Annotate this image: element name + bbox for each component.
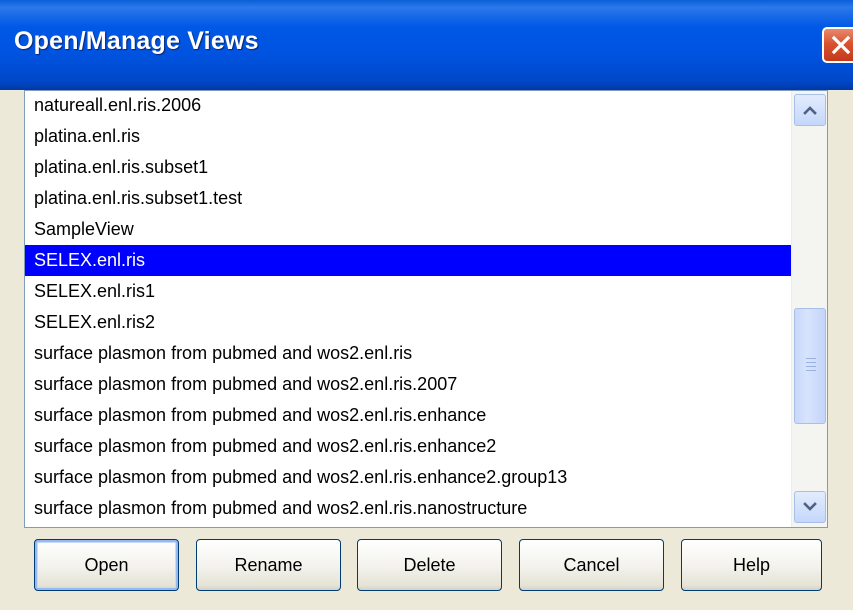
delete-button[interactable]: Delete: [357, 539, 502, 591]
list-item[interactable]: SampleView: [25, 214, 791, 245]
list-item[interactable]: natureall.enl.ris.2006: [25, 91, 791, 121]
views-listbox[interactable]: natureall.enl.ris.2006 platina.enl.ris p…: [24, 90, 828, 528]
cancel-button[interactable]: Cancel: [519, 539, 664, 591]
help-button[interactable]: Help: [681, 539, 822, 591]
list-item[interactable]: platina.enl.ris: [25, 121, 791, 152]
open-manage-views-dialog: Open/Manage Views natureall.enl.ris.2006…: [0, 0, 853, 610]
window-title: Open/Manage Views: [14, 27, 259, 55]
chevron-down-icon: [803, 502, 817, 511]
title-bar[interactable]: Open/Manage Views: [0, 0, 853, 90]
close-x-icon: [831, 35, 851, 55]
list-item[interactable]: surface plasmon from pubmed and wos2.enl…: [25, 400, 791, 431]
close-button[interactable]: [822, 27, 853, 63]
list-item[interactable]: surface plasmon from pubmed and wos2.enl…: [25, 462, 791, 493]
grip-icon: [806, 358, 816, 372]
list-item[interactable]: SELEX.enl.ris1: [25, 276, 791, 307]
button-row: Open Rename Delete Cancel Help: [0, 539, 853, 593]
list-item[interactable]: platina.enl.ris.subset1: [25, 152, 791, 183]
list-item[interactable]: SELEX.enl.ris2: [25, 307, 791, 338]
list-item[interactable]: surface plasmon from pubmed and wos2.enl…: [25, 431, 791, 462]
views-list: natureall.enl.ris.2006 platina.enl.ris p…: [25, 91, 791, 524]
rename-button[interactable]: Rename: [196, 539, 341, 591]
scroll-down-button[interactable]: [794, 491, 826, 523]
list-item[interactable]: surface plasmon from pubmed and wos2.enl…: [25, 493, 791, 524]
chevron-up-icon: [803, 106, 817, 115]
vertical-scrollbar[interactable]: [791, 91, 827, 527]
list-item[interactable]: surface plasmon from pubmed and wos2.enl…: [25, 338, 791, 369]
list-item[interactable]: surface plasmon from pubmed and wos2.enl…: [25, 369, 791, 400]
scroll-thumb[interactable]: [794, 308, 826, 424]
scroll-up-button[interactable]: [794, 94, 826, 126]
list-item-selected[interactable]: SELEX.enl.ris: [25, 245, 791, 276]
dialog-body: natureall.enl.ris.2006 platina.enl.ris p…: [0, 90, 853, 610]
open-button[interactable]: Open: [34, 539, 179, 591]
list-item[interactable]: platina.enl.ris.subset1.test: [25, 183, 791, 214]
